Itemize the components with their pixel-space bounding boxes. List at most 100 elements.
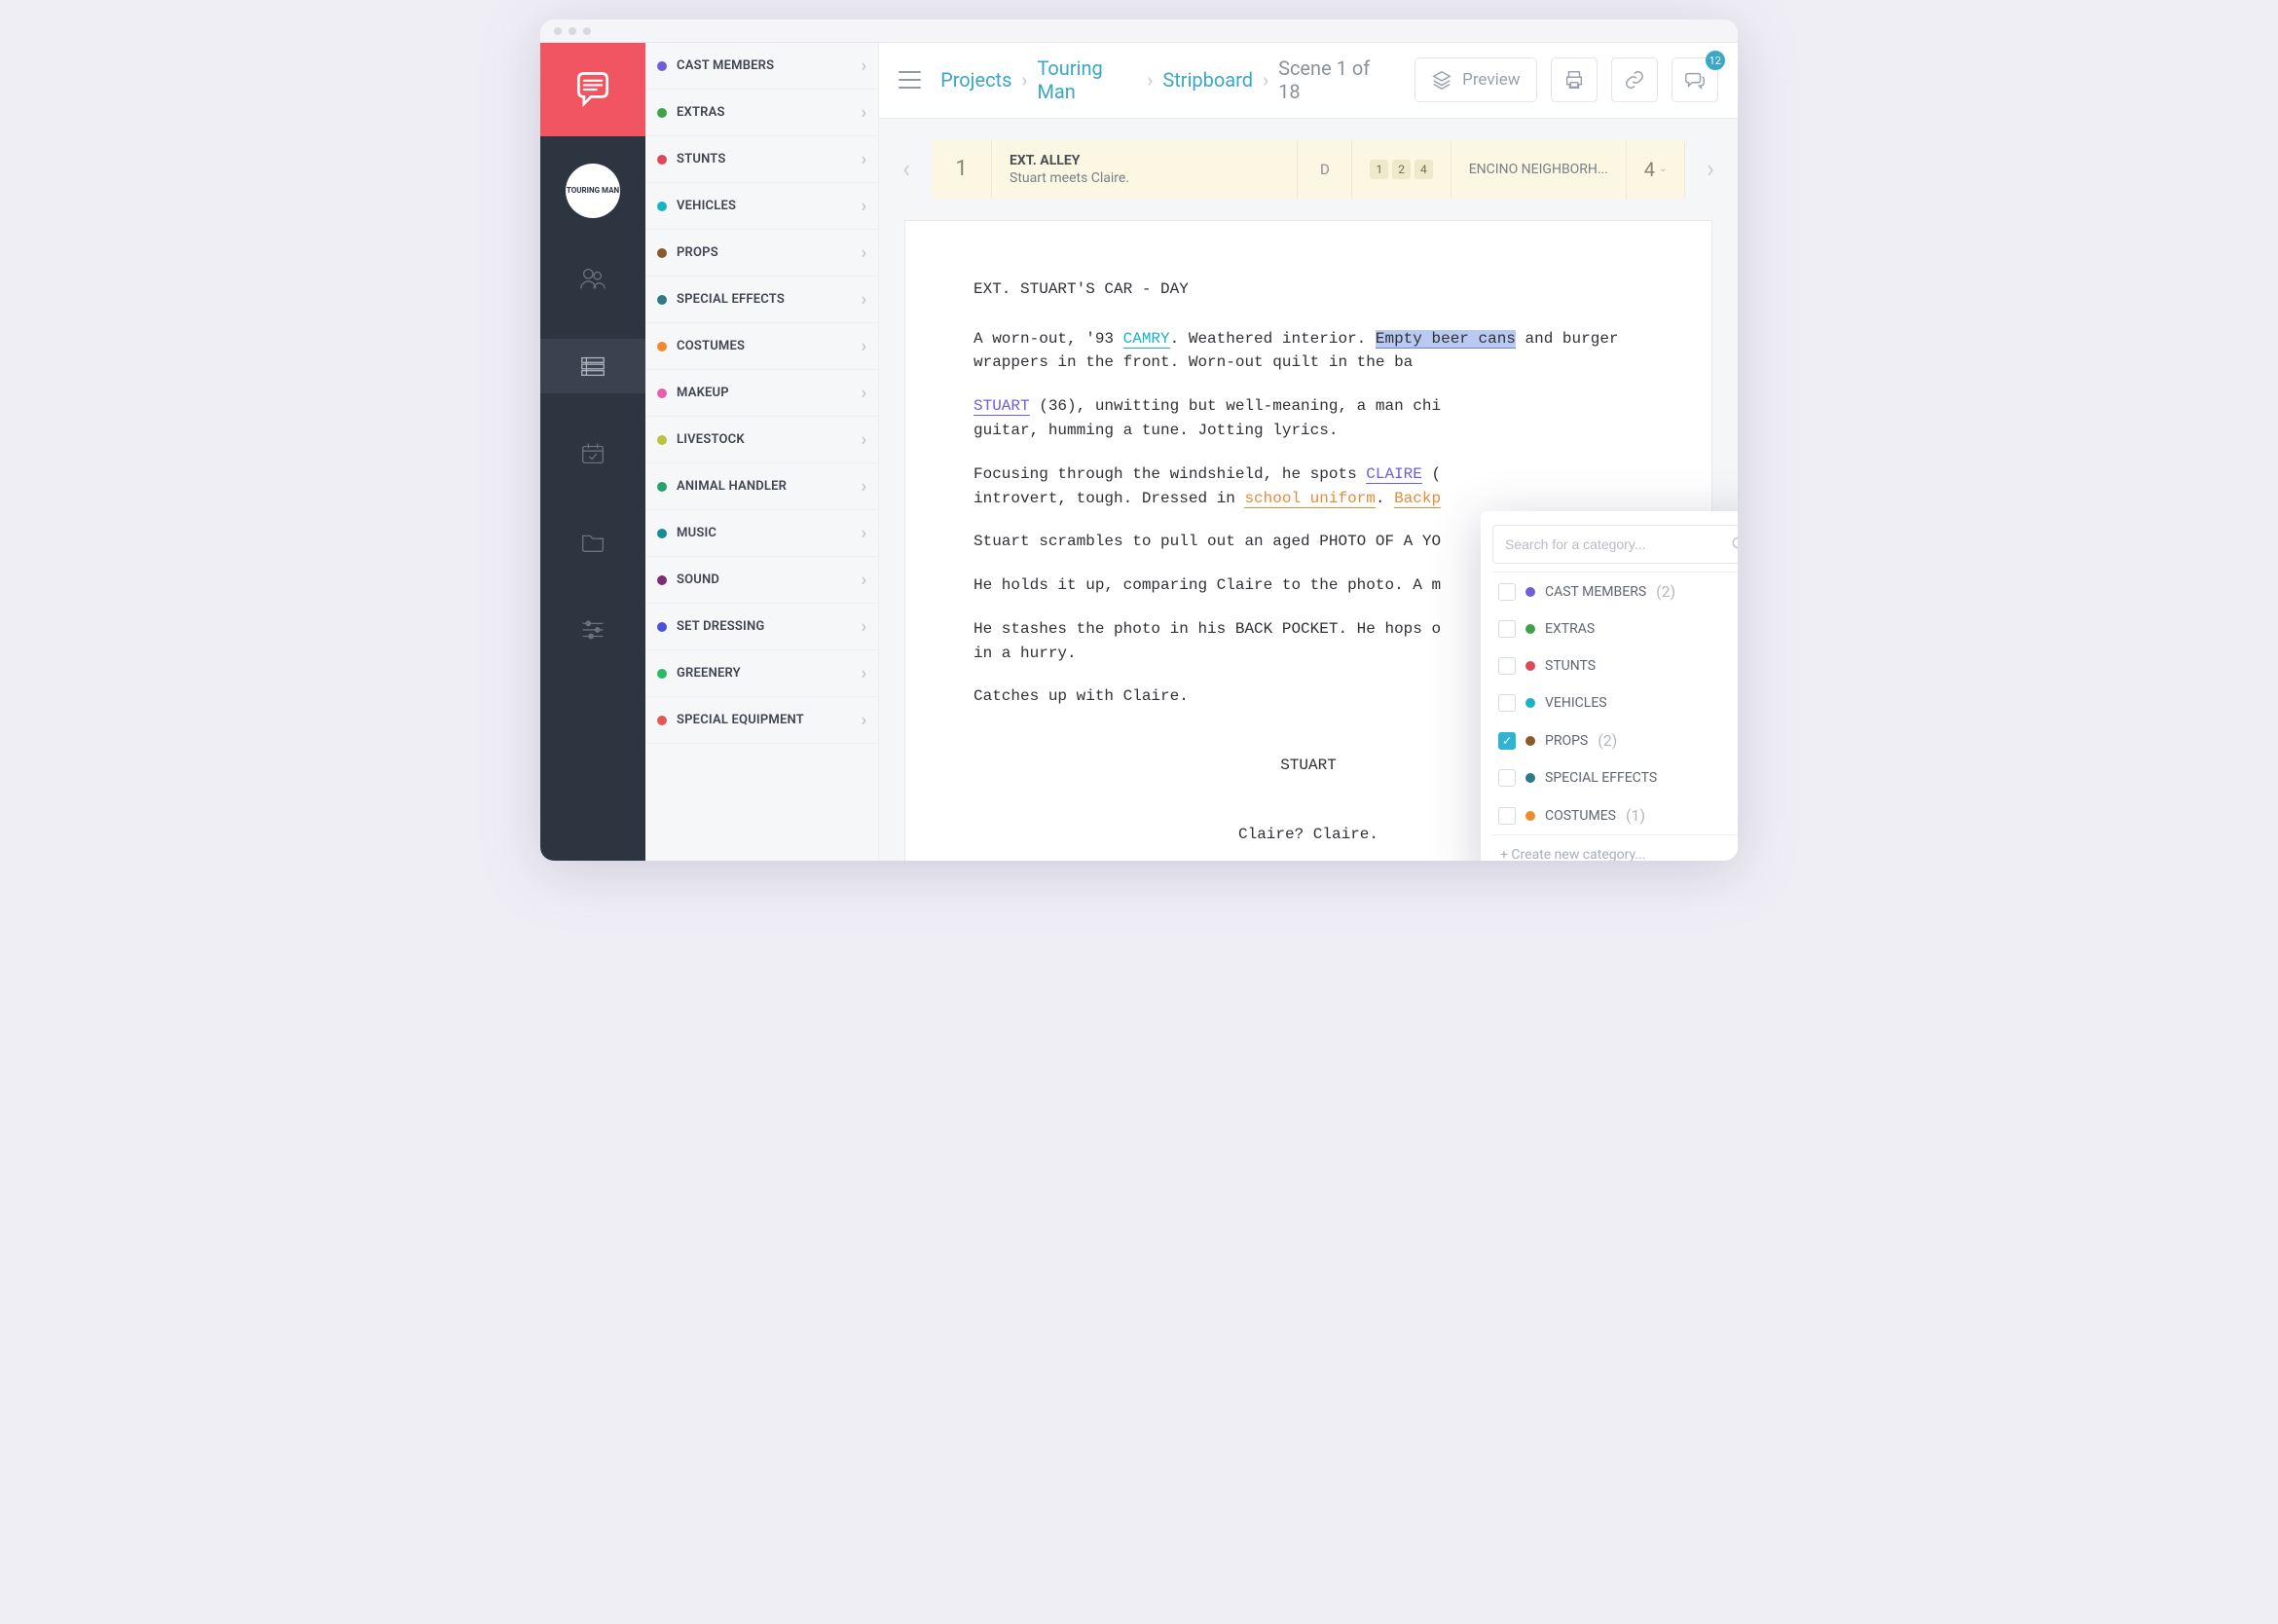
sidebar-item[interactable]: VEHICLES› <box>645 183 878 230</box>
category-color-dot <box>657 482 667 492</box>
link-icon <box>1624 69 1645 91</box>
checkbox[interactable] <box>1498 694 1516 712</box>
category-color-dot <box>1525 736 1535 746</box>
scene-slugline: EXT. ALLEY <box>1010 153 1080 168</box>
sidebar-item[interactable]: CAST MEMBERS› <box>645 43 878 90</box>
sidebar-item[interactable]: PROPS› <box>645 230 878 277</box>
sidebar-item[interactable]: SOUND› <box>645 557 878 604</box>
window-dot <box>569 27 576 35</box>
checkbox[interactable]: ✓ <box>1498 732 1516 750</box>
chevron-right-icon: › <box>862 476 866 497</box>
print-button[interactable] <box>1551 57 1598 102</box>
checkbox[interactable] <box>1498 769 1516 787</box>
nav-cast-icon[interactable] <box>540 251 645 306</box>
sidebar-item[interactable]: EXTRAS› <box>645 90 878 136</box>
chevron-right-icon: › <box>1263 68 1268 92</box>
checkbox[interactable] <box>1498 657 1516 675</box>
crumb-section[interactable]: Stripboard <box>1162 68 1253 92</box>
layers-icon <box>1431 69 1452 91</box>
nav-calendar-icon[interactable] <box>540 426 645 481</box>
script-line: Focusing through the windshield, he spot… <box>974 462 1643 511</box>
category-color-dot <box>657 575 667 585</box>
crumb-project[interactable]: Touring Man <box>1037 56 1137 103</box>
chevron-right-icon: › <box>862 429 866 450</box>
tagged-costume[interactable]: Backp <box>1394 490 1441 508</box>
category-search[interactable] <box>1492 525 1738 564</box>
category-list[interactable]: CAST MEMBERS (2) EXTRAS STUNTS VEHICLES ✓… <box>1492 572 1738 834</box>
create-category-button[interactable]: + Create new category... <box>1492 834 1738 861</box>
nav-breakdown-icon[interactable] <box>540 339 645 393</box>
picker-item[interactable]: VEHICLES <box>1492 684 1738 721</box>
scene-strip[interactable]: 1 EXT. ALLEY Stuart meets Claire. D 124 … <box>932 140 1685 199</box>
app-logo[interactable] <box>540 43 645 136</box>
category-color-dot <box>657 108 667 118</box>
category-color-dot <box>1525 624 1535 634</box>
category-color-dot <box>657 669 667 679</box>
nav-sliders-icon[interactable] <box>540 602 645 656</box>
chevron-right-icon: › <box>1021 68 1027 92</box>
app-window: TOURING MAN CAST MEMBERS›EXTRAS›STUNTS›V… <box>540 19 1738 861</box>
tagged-cast[interactable]: CLAIRE <box>1366 465 1422 484</box>
script-slugline: EXT. STUART'S CAR - DAY <box>974 277 1643 302</box>
nav-folder-icon[interactable] <box>540 514 645 569</box>
menu-icon[interactable] <box>899 71 921 89</box>
sidebar-item[interactable]: COSTUMES› <box>645 323 878 370</box>
sidebar-item[interactable]: GREENERY› <box>645 650 878 697</box>
chevron-right-icon: › <box>1147 68 1153 92</box>
project-badge[interactable]: TOURING MAN <box>566 164 620 218</box>
chevron-right-icon: › <box>862 710 866 730</box>
character-chip: 4 <box>1415 160 1433 179</box>
picker-item[interactable]: ✓PROPS (2) <box>1492 721 1738 759</box>
chevron-right-icon: › <box>862 102 866 123</box>
checkbox[interactable] <box>1498 807 1516 825</box>
character-chip: 2 <box>1392 160 1411 179</box>
category-color-dot <box>1525 587 1535 597</box>
checkbox[interactable] <box>1498 620 1516 638</box>
script-line: A worn-out, '93 CAMRY. Weathered interio… <box>974 327 1643 376</box>
crumb-projects[interactable]: Projects <box>940 68 1011 92</box>
tagged-vehicle[interactable]: CAMRY <box>1123 330 1170 349</box>
category-color-dot <box>1525 698 1535 708</box>
sidebar-item[interactable]: STUNTS› <box>645 136 878 183</box>
picker-item[interactable]: SPECIAL EFFECTS <box>1492 759 1738 796</box>
sidebar-item-label: SOUND <box>677 572 862 587</box>
chat-icon <box>1684 69 1706 91</box>
sidebar-item[interactable]: LIVESTOCK› <box>645 417 878 463</box>
sidebar-item[interactable]: SPECIAL EFFECTS› <box>645 277 878 323</box>
sidebar-item[interactable]: ANIMAL HANDLER› <box>645 463 878 510</box>
comments-button[interactable]: 12 <box>1672 57 1718 102</box>
picker-item-count: (2) <box>1656 582 1675 601</box>
picker-item-label: COSTUMES <box>1545 808 1616 824</box>
picker-item[interactable]: EXTRAS <box>1492 610 1738 647</box>
sidebar-item-label: COSTUMES <box>677 339 862 353</box>
picker-item-label: STUNTS <box>1545 658 1596 674</box>
scene-daynight: D <box>1298 140 1352 199</box>
sidebar-item-label: MAKEUP <box>677 386 862 400</box>
picker-item[interactable]: COSTUMES (1) <box>1492 796 1738 834</box>
comments-count-badge: 12 <box>1706 51 1725 70</box>
category-color-dot <box>657 716 667 725</box>
chevron-right-icon: › <box>862 196 866 216</box>
chevron-right-icon: › <box>862 242 866 263</box>
character-chip: 1 <box>1370 160 1388 179</box>
tagged-costume[interactable]: school uniform <box>1244 490 1375 508</box>
prev-scene-button[interactable]: ‹ <box>887 140 926 199</box>
next-scene-button[interactable]: › <box>1691 140 1730 199</box>
sidebar-item[interactable]: SET DRESSING› <box>645 604 878 650</box>
category-color-dot <box>657 529 667 538</box>
window-dot <box>554 27 562 35</box>
link-button[interactable] <box>1611 57 1658 102</box>
chevron-right-icon: › <box>862 570 866 590</box>
sidebar-item[interactable]: MAKEUP› <box>645 370 878 417</box>
sidebar-item[interactable]: SPECIAL EQUIPMENT› <box>645 697 878 744</box>
sidebar-item[interactable]: MUSIC› <box>645 510 878 557</box>
tagged-prop[interactable]: Empty beer cans <box>1376 330 1516 349</box>
picker-item[interactable]: CAST MEMBERS (2) <box>1492 572 1738 610</box>
picker-item[interactable]: STUNTS <box>1492 647 1738 684</box>
tagged-cast[interactable]: STUART <box>974 397 1030 416</box>
category-search-input[interactable] <box>1505 536 1723 552</box>
preview-button[interactable]: Preview <box>1415 57 1536 102</box>
checkbox[interactable] <box>1498 583 1516 601</box>
preview-label: Preview <box>1462 70 1520 90</box>
picker-item-label: EXTRAS <box>1545 621 1595 637</box>
